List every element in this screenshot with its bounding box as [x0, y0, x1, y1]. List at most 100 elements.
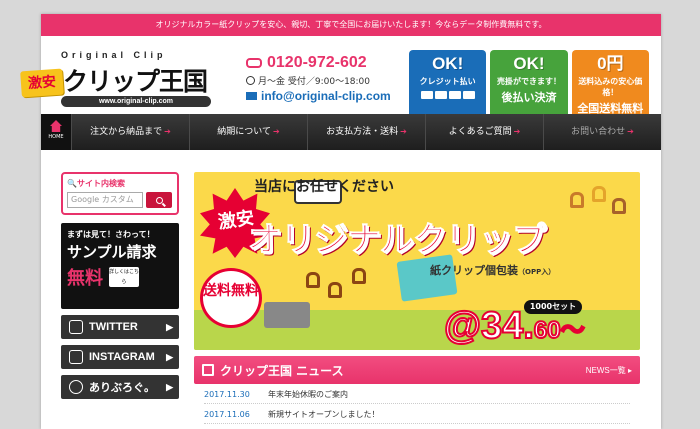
clip-icon: [328, 282, 342, 298]
visa-icon: [420, 91, 433, 99]
nav-faq[interactable]: よくあるご質問 ➔: [425, 114, 543, 150]
news-icon: [202, 364, 214, 376]
news-date: 2017.11.06: [204, 410, 250, 419]
twitter-label: TWITTER: [89, 321, 138, 333]
site-search: 🔍サイト内検索 Google カスタム: [61, 172, 179, 215]
sample-title: サンプル請求: [67, 243, 157, 261]
home-icon: [50, 120, 62, 132]
nav-delivery-label: 納期について: [217, 127, 272, 137]
nav-home[interactable]: HOME: [41, 114, 71, 150]
credit-ok: OK!: [432, 54, 464, 73]
chevron-right-icon: ➔: [627, 127, 634, 136]
sample-request-banner[interactable]: まずは見て！さわって！ サンプル請求 無料 詳しくはこちら: [61, 223, 179, 309]
instagram-label: INSTAGRAM: [89, 351, 155, 363]
clock-icon: [246, 76, 255, 85]
twitter-link[interactable]: TWITTER ▶: [61, 315, 179, 339]
news-text: 年末年始休暇のご案内: [268, 390, 348, 399]
email-link[interactable]: info@original-clip.com: [246, 89, 436, 103]
free-shipping-circle: 送料無料: [200, 268, 262, 328]
hours-text: 月〜金 受付／9:00〜18:00: [258, 77, 371, 87]
sidebar: 🔍サイト内検索 Google カスタム まずは見て！さわって！ サンプル請求 無…: [61, 172, 179, 399]
page: オリジナルカラー紙クリップを安心、親切、丁寧で全国にお届けいたします！今ならデー…: [20, 14, 661, 429]
hero-price-sub: 60〜: [533, 316, 586, 345]
news-list: 2017.11.30 年末年始休暇のご案内 2017.11.06 新規サイトオー…: [194, 384, 640, 424]
search-title-text: サイト内検索: [76, 179, 125, 188]
logo-name: クリップ王国: [63, 67, 208, 96]
hero-banner[interactable]: 当店にお任せください 激安 オリジナルクリップ 送料無料 紙クリップ個包装（OP…: [194, 172, 640, 350]
hero-price: @34.60〜: [443, 305, 586, 350]
sample-tagline: まずは見て！さわって！: [67, 230, 155, 239]
nav-home-label: HOME: [48, 134, 64, 140]
nav-contact[interactable]: お問い合わせ ➔: [543, 114, 661, 150]
logo[interactable]: Original Clip 激安 クリップ王国 www.original-cli…: [20, 50, 221, 120]
nav-payment[interactable]: お支払方法・送料 ➔: [307, 114, 425, 150]
search-title-icon: 🔍: [67, 179, 77, 188]
announcement-bar: オリジナルカラー紙クリップを安心、親切、丁寧で全国にお届けいたします！今ならデー…: [41, 14, 661, 36]
blog-label: ありぶろぐ。: [89, 382, 155, 394]
deferred-title: 売掛ができます！: [496, 77, 561, 86]
news-header: クリップ王国 ニュース NEWS一覧 ▸: [194, 356, 640, 384]
mail-icon: [246, 92, 257, 100]
chevron-right-icon: ▶: [166, 381, 173, 392]
clip-icon: [352, 268, 366, 284]
announcement-text: オリジナルカラー紙クリップを安心、親切、丁寧で全国にお届けいたします！今ならデー…: [155, 20, 547, 29]
freedial-icon: [246, 58, 262, 68]
search-row: Google カスタム: [67, 192, 173, 208]
chevron-right-icon: ▶: [166, 321, 173, 332]
instagram-icon: [69, 350, 83, 364]
news-item[interactable]: 2017.11.06 新規サイトオープンしました！: [204, 404, 630, 424]
chevron-right-icon: ➔: [400, 127, 407, 136]
clip-icon: [306, 272, 320, 288]
search-button[interactable]: [146, 192, 172, 208]
news-date: 2017.11.30: [204, 390, 250, 399]
shipping-title: 送料込みの安心価格！: [578, 77, 643, 97]
nav-order-flow-label: 注文から納品まで: [90, 127, 163, 137]
chevron-right-icon: ▶: [166, 351, 173, 362]
jcb-icon: [448, 91, 461, 99]
free-shipping-badge[interactable]: 0円 送料込みの安心価格！ 全国送料無料: [571, 50, 649, 118]
chevron-right-icon: ➔: [164, 127, 171, 136]
nav-order-flow[interactable]: 注文から納品まで ➔: [71, 114, 189, 150]
credit-title: クレジット払い: [419, 77, 476, 86]
deferred-payment-badge[interactable]: OK! 売掛ができます！ 後払い決済: [490, 50, 568, 118]
news-title: クリップ王国 ニュース: [220, 363, 344, 378]
shipping-zero: 0円: [597, 54, 624, 73]
clip-icon: [592, 186, 606, 202]
clips-image: [306, 268, 376, 314]
sample-free: 無料: [67, 268, 103, 289]
nav-delivery[interactable]: 納期について ➔: [189, 114, 307, 150]
chevron-right-icon: ➔: [273, 127, 280, 136]
logo-url: www.original-clip.com: [61, 96, 211, 107]
instagram-link[interactable]: INSTAGRAM ▶: [61, 345, 179, 369]
main-content: 当店にお任せください 激安 オリジナルクリップ 送料無料 紙クリップ個包装（OP…: [194, 172, 640, 424]
deferred-ok: OK!: [513, 54, 545, 73]
phone-text: 0120-972-602: [267, 54, 367, 71]
news-item[interactable]: 2017.11.30 年末年始休暇のご案内: [204, 384, 630, 404]
sample-more: 詳しくはこちら: [109, 267, 140, 287]
hero-main-title: オリジナルクリップ: [248, 220, 547, 261]
credit-badge[interactable]: OK! クレジット払い: [409, 50, 487, 118]
ameba-icon: [69, 380, 83, 394]
payment-badges: OK! クレジット払い OK! 売掛ができます！ 後払い決済 0円 送料込みの安…: [409, 50, 649, 118]
email-text: info@original-clip.com: [261, 89, 391, 103]
hero-pack-label: 紙クリップ個包装: [430, 264, 518, 277]
clips-decoration: [566, 184, 630, 224]
nav-contact-label: お問い合わせ: [571, 127, 626, 137]
logo-badge: 激安: [20, 68, 64, 98]
news-text: 新規サイトオープンしました！: [268, 410, 380, 419]
clip-icon: [570, 192, 584, 208]
news-more-link[interactable]: NEWS一覧 ▸: [586, 365, 632, 376]
truck-image: [264, 302, 310, 328]
hero-top-text: 当店にお任せください: [254, 179, 394, 195]
chevron-right-icon: ➔: [513, 127, 521, 136]
main-nav: HOME 注文から納品まで ➔ 納期について ➔ お支払方法・送料 ➔ よくあるご質問…: [41, 114, 661, 150]
hero-pack-note: （OPP入）: [518, 268, 556, 276]
sample-row: 無料 詳しくはこちら: [67, 264, 173, 290]
amex-icon: [462, 91, 475, 99]
deferred-sub: 後払い決済: [501, 91, 557, 104]
search-input[interactable]: Google カスタム: [67, 192, 143, 208]
hero-pack-text: 紙クリップ個包装（OPP入）: [430, 262, 555, 278]
blog-link[interactable]: ありぶろぐ。 ▶: [61, 375, 179, 399]
phone-number[interactable]: 0120-972-602: [246, 54, 436, 72]
mastercard-icon: [434, 91, 447, 99]
